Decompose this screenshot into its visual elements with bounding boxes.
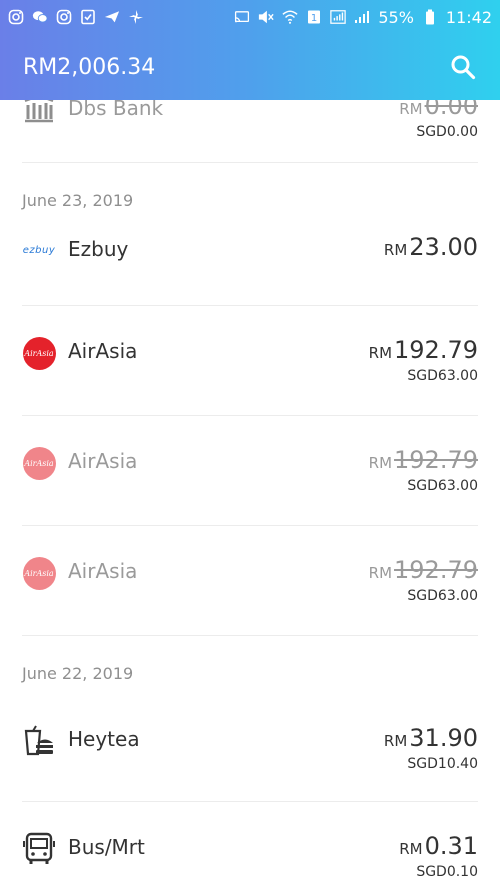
wechat-icon (32, 9, 48, 25)
amount-sgd: SGD0.00 (416, 124, 478, 140)
transaction-row[interactable]: AirAsia AirAsia RM 192.79 SGD63.00 (22, 526, 478, 636)
search-icon (451, 55, 476, 80)
transaction-row[interactable]: Bus/Mrt RM 0.31 SGD0.10 (22, 802, 478, 889)
wifi-icon (282, 9, 298, 25)
system-icons: 1 55% 11:42 (234, 8, 492, 27)
currency-label: RM (368, 454, 393, 472)
currency-label: RM (383, 241, 408, 259)
amount-main: RM 31.90 (384, 724, 478, 752)
currency-label: RM (399, 840, 423, 858)
currency-label: RM (368, 564, 393, 582)
transaction-name: Heytea (68, 727, 140, 751)
transaction-row[interactable]: Heytea RM 31.90 SGD10.40 (22, 706, 478, 802)
app-header: 1 55% 11:42 RM2,006.34 (0, 0, 500, 100)
amount-sgd: SGD63.00 (407, 478, 478, 494)
transaction-name: Ezbuy (68, 237, 129, 261)
signal-box-icon (330, 9, 347, 25)
date-header: June 22, 2019 (22, 664, 134, 683)
amount-main: RM 192.79 (369, 556, 478, 584)
send-plane-icon (104, 9, 120, 25)
ezbuy-logo: ezbuy (22, 233, 56, 267)
airasia-logo-text: AirAsia (22, 446, 56, 480)
notification-icons (8, 9, 144, 25)
transaction-row[interactable]: Dbs Bank RM 0.00 SGD0.00 (22, 92, 478, 163)
task-check-icon (80, 9, 96, 25)
drink-food-icon (22, 724, 56, 758)
currency-label: RM (383, 732, 408, 750)
amount-value: 31.90 (409, 724, 478, 752)
instagram-icon (8, 9, 24, 25)
transaction-row[interactable]: AirAsia AirAsia RM 192.79 SGD63.00 (22, 306, 478, 416)
amount-sgd: SGD63.00 (407, 588, 478, 604)
svg-text:1: 1 (311, 13, 317, 24)
amount-sgd: SGD63.00 (407, 368, 478, 384)
amount-value: 192.79 (394, 556, 478, 584)
transaction-amount: RM 23.00 (384, 233, 478, 261)
battery-icon (422, 9, 438, 25)
amount-main: RM 23.00 (384, 233, 478, 261)
airasia-logo-text: AirAsia (22, 336, 56, 370)
airasia-logo-text: AirAsia (22, 556, 56, 590)
transaction-amount: RM 31.90 SGD10.40 (384, 724, 478, 772)
transaction-name: Bus/Mrt (68, 835, 145, 859)
amount-main: RM 192.79 (369, 446, 478, 474)
transaction-name: AirAsia (68, 449, 138, 473)
amount-value: 192.79 (394, 336, 478, 364)
transaction-amount: RM 192.79 SGD63.00 (369, 336, 478, 384)
amount-main: RM 192.79 (369, 336, 478, 364)
app-bar: RM2,006.34 (0, 34, 500, 100)
transaction-row[interactable]: AirAsia AirAsia RM 192.79 SGD63.00 (22, 416, 478, 526)
amount-sgd: SGD10.40 (407, 756, 478, 772)
amount-value: 192.79 (394, 446, 478, 474)
transaction-row[interactable]: ezbuy Ezbuy RM 23.00 (22, 233, 478, 306)
battery-percent: 55% (378, 7, 414, 27)
transaction-amount: RM 192.79 SGD63.00 (369, 446, 478, 494)
cast-icon (234, 9, 250, 25)
transaction-list: Dbs Bank RM 0.00 SGD0.00 June 23, 2019 e… (0, 92, 500, 889)
airasia-logo: AirAsia (22, 446, 56, 480)
currency-label: RM (399, 100, 423, 118)
search-button[interactable] (448, 52, 478, 82)
balance-total: RM2,006.34 (23, 54, 156, 80)
status-bar: 1 55% 11:42 (0, 0, 500, 34)
airasia-logo: AirAsia (22, 336, 56, 370)
transaction-name: AirAsia (68, 559, 138, 583)
transaction-name: AirAsia (68, 339, 138, 363)
bus-icon (22, 832, 56, 866)
date-header: June 23, 2019 (22, 191, 134, 210)
transaction-amount: RM 0.31 SGD0.10 (399, 832, 478, 880)
ezbuy-logo-text: ezbuy (22, 244, 56, 256)
sim-badge-icon: 1 (306, 9, 322, 25)
airasia-logo: AirAsia (22, 556, 56, 590)
mute-icon (258, 9, 274, 25)
pinwheel-icon (128, 9, 144, 25)
signal-bars-icon (354, 9, 370, 25)
transaction-amount: RM 192.79 SGD63.00 (369, 556, 478, 604)
amount-value: 0.31 (424, 832, 478, 860)
instagram-icon (56, 9, 72, 25)
clock: 11:42 (445, 7, 492, 27)
amount-main: RM 0.31 (399, 832, 478, 860)
currency-label: RM (368, 344, 393, 362)
amount-value: 23.00 (409, 233, 478, 261)
amount-sgd: SGD0.10 (416, 864, 478, 880)
